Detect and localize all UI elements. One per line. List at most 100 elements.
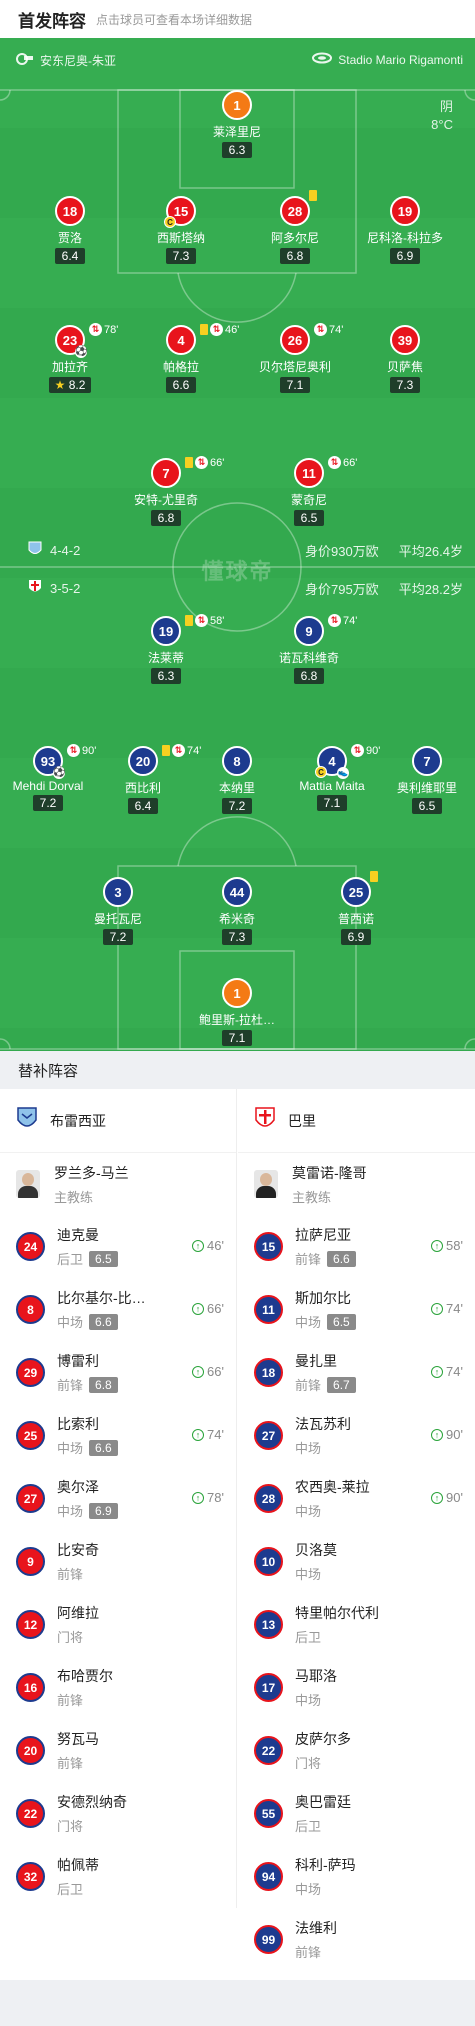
- player-name: 奥利维耶里: [396, 781, 457, 795]
- home-player-19[interactable]: 19 尼科洛-科拉多 6.9: [350, 196, 460, 265]
- away-team-header[interactable]: 巴里: [238, 1089, 475, 1153]
- player-rating: 7.3: [390, 377, 420, 393]
- sub-player-position: 中场: [295, 1315, 322, 1330]
- away-subs-column: 巴里 莫雷诺-隆哥 主教练 15 拉萨尼亚 前锋 6.6 ↑ 58' 11 斯加尔比 中场 6.5…: [238, 1089, 475, 1971]
- sub-player-row[interactable]: 25 比索利 中场 6.6 ↑ 74': [0, 1404, 236, 1467]
- jersey-number: 8: [222, 746, 252, 776]
- away-player-8[interactable]: 8 本纳里 7.2: [182, 746, 292, 815]
- player-name: 曼托瓦尼: [93, 912, 142, 926]
- home-player-23[interactable]: 23 ⚽ ⇅ 78' 加拉齐 ★ 8.2: [15, 323, 125, 394]
- avatar: [254, 1170, 278, 1198]
- sub-minute: 46': [225, 323, 240, 336]
- sub-player-row[interactable]: 32 帕佩蒂 后卫: [0, 1845, 236, 1908]
- sub-player-row[interactable]: 16 布哈贾尔 前锋: [0, 1656, 236, 1719]
- sub-player-row[interactable]: 99 法维利 前锋: [238, 1908, 475, 1971]
- sub-player-position: 前锋: [57, 1693, 84, 1708]
- player-rating: 6.5: [412, 798, 442, 814]
- sub-in-minute: 74': [446, 1364, 463, 1379]
- away-player-4[interactable]: 4 C 👟 ⇅ 90' Mattia Maita 7.1: [277, 744, 387, 812]
- sub-player-row[interactable]: 8 比尔基尔-比… 中场 6.6 ↑ 66': [0, 1278, 236, 1341]
- sub-player-position: 前锋: [57, 1756, 84, 1771]
- sub-player-row[interactable]: 94 科利-萨玛 中场: [238, 1845, 475, 1908]
- player-rating: 6.9: [341, 929, 371, 945]
- sub-player-row[interactable]: 11 斯加尔比 中场 6.5 ↑ 74': [238, 1278, 475, 1341]
- jersey-number: 17: [254, 1673, 283, 1702]
- player-name: 贝尔塔尼奥利: [258, 360, 331, 374]
- substitution-out-icon: ⇅: [195, 614, 208, 627]
- stadium-info: Stadio Mario Rigamonti: [312, 52, 463, 67]
- sub-player-name: 帕佩蒂: [57, 1857, 99, 1873]
- sub-in-time: ↑ 66': [192, 1364, 224, 1379]
- sub-player-row[interactable]: 29 博雷利 前锋 6.8 ↑ 66': [0, 1341, 236, 1404]
- player-name: 尼科洛-科拉多: [367, 231, 443, 245]
- sub-player-row[interactable]: 22 皮萨尔多 门将: [238, 1719, 475, 1782]
- sub-player-rating: 6.7: [327, 1376, 356, 1393]
- sub-player-row[interactable]: 10 贝洛莫 中场: [238, 1530, 475, 1593]
- home-player-7[interactable]: 7 ⇅ 66' 安特-尤里奇 6.8: [111, 456, 224, 527]
- player-name: 西斯塔纳: [156, 231, 205, 245]
- player-rating: ★ 8.2: [48, 377, 92, 393]
- home-player-1[interactable]: 1 莱泽里尼 6.3: [182, 90, 292, 159]
- jersey-number: 44: [222, 877, 252, 907]
- player-rating: 6.8: [151, 510, 181, 526]
- jersey-number: 18: [254, 1358, 283, 1387]
- substitution-out-icon: ⇅: [210, 323, 223, 336]
- sub-player-row[interactable]: 27 法瓦苏利 中场 ↑ 90': [238, 1404, 475, 1467]
- home-player-15[interactable]: 15 C 西斯塔纳 7.3: [126, 196, 236, 265]
- jersey-number: 11: [254, 1295, 283, 1324]
- away-player-1[interactable]: 1 鲍里斯-拉杜… 7.1: [182, 978, 292, 1047]
- sub-player-row[interactable]: 18 曼扎里 前锋 6.7 ↑ 74': [238, 1341, 475, 1404]
- home-player-39[interactable]: 39 贝萨焦 7.3: [350, 325, 460, 394]
- sub-player-row[interactable]: 24 迪克曼 后卫 6.5 ↑ 46': [0, 1215, 236, 1278]
- home-player-4[interactable]: 4 ⇅ 46' 帕格拉 6.6: [126, 323, 240, 394]
- sub-player-name: 斯加尔比: [295, 1290, 351, 1306]
- home-coach[interactable]: 罗兰多-马兰 主教练: [0, 1153, 236, 1215]
- sub-player-position: 门将: [57, 1630, 84, 1645]
- player-name: 安特-尤里奇: [134, 493, 198, 507]
- jersey-number: 19: [390, 196, 420, 226]
- sub-player-name: 贝洛莫: [295, 1542, 337, 1558]
- sub-player-row[interactable]: 9 比安奇 前锋: [0, 1530, 236, 1593]
- star-icon: ★: [54, 378, 66, 392]
- sub-player-row[interactable]: 55 奥巴雷廷 后卫: [238, 1782, 475, 1845]
- sub-in-minute: 78': [207, 1490, 224, 1505]
- jersey-number: 24: [16, 1232, 45, 1261]
- sub-player-name: 农西奥-莱拉: [295, 1479, 370, 1495]
- sub-player-name: 比安奇: [57, 1542, 99, 1558]
- sub-player-row[interactable]: 15 拉萨尼亚 前锋 6.6 ↑ 58': [238, 1215, 475, 1278]
- jersey-number: 29: [16, 1358, 45, 1387]
- sub-player-row[interactable]: 20 努瓦马 前锋: [0, 1719, 236, 1782]
- home-player-18[interactable]: 18 贾洛 6.4: [15, 196, 125, 265]
- sub-player-row[interactable]: 12 阿维拉 门将: [0, 1593, 236, 1656]
- player-rating: 7.2: [103, 929, 133, 945]
- home-player-11[interactable]: 11 ⇅ 66' 蒙奇尼 6.5: [254, 456, 364, 527]
- sub-player-row[interactable]: 22 安德烈纳奇 门将: [0, 1782, 236, 1845]
- sub-player-row[interactable]: 27 奥尔泽 中场 6.9 ↑ 78': [0, 1467, 236, 1530]
- home-player-28[interactable]: 28 阿多尔尼 6.8: [240, 190, 350, 265]
- away-player-9[interactable]: 9 ⇅ 74' 诺瓦科维奇 6.8: [254, 614, 364, 685]
- sub-in-minute: 58': [446, 1238, 463, 1253]
- sub-player-row[interactable]: 13 特里帕尔代利 后卫: [238, 1593, 475, 1656]
- away-player-3[interactable]: 3 曼托瓦尼 7.2: [63, 877, 173, 946]
- sub-player-name: 曼扎里: [295, 1353, 337, 1369]
- home-avg-age: 平均26.4岁: [398, 544, 463, 559]
- away-player-7[interactable]: 7 奥利维耶里 6.5: [372, 746, 475, 815]
- jersey-number: 27: [254, 1421, 283, 1450]
- sub-player-row[interactable]: 17 马耶洛 中场: [238, 1656, 475, 1719]
- away-player-19[interactable]: 19 ⇅ 58' 法莱蒂 6.3: [111, 614, 224, 685]
- home-player-26[interactable]: 26 ⇅ 74' 贝尔塔尼奥利 7.1: [240, 323, 350, 394]
- home-team-header[interactable]: 布雷西亚: [0, 1089, 236, 1153]
- sub-in-minute: 46': [207, 1238, 224, 1253]
- player-rating: 6.6: [166, 377, 196, 393]
- player-name: 希米奇: [218, 912, 255, 926]
- away-coach[interactable]: 莫雷诺-隆哥 主教练: [238, 1153, 475, 1215]
- stadium-icon: [312, 52, 333, 67]
- sub-player-row[interactable]: 28 农西奥-莱拉 中场 ↑ 90': [238, 1467, 475, 1530]
- player-rating: 6.9: [390, 248, 420, 264]
- sub-player-name: 特里帕尔代利: [295, 1605, 379, 1621]
- away-player-25[interactable]: 25 普西诺 6.9: [301, 871, 411, 946]
- away-player-44[interactable]: 44 希米奇 7.3: [182, 877, 292, 946]
- sub-player-rating: 6.6: [89, 1439, 118, 1456]
- sub-player-position: 前锋: [57, 1378, 84, 1393]
- substitution-out-icon: ⇅: [351, 744, 364, 757]
